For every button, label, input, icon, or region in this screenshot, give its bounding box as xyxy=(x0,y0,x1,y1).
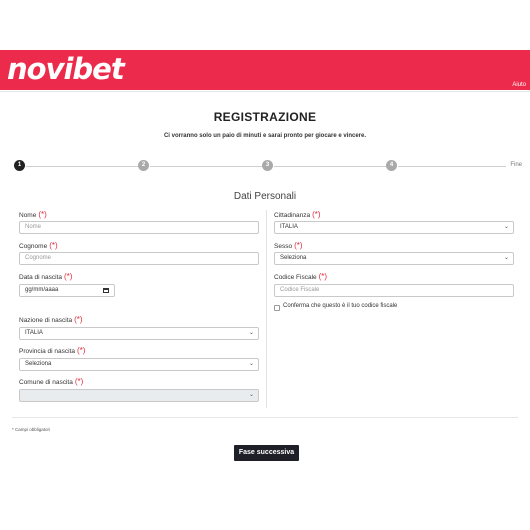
conferma-codice-fiscale-checkbox[interactable] xyxy=(274,305,280,311)
codice-fiscale-input[interactable]: Codice Fiscale xyxy=(274,284,514,297)
cognome-label: Cognome (*) xyxy=(19,241,58,250)
required-marker: (*) xyxy=(294,241,303,250)
nome-input[interactable]: Nome xyxy=(19,221,259,234)
provincia-nascita-label: Provincia di nascita (*) xyxy=(19,346,85,355)
chevron-down-icon: ⌄ xyxy=(503,224,509,230)
comune-nascita-label-text: Comune di nascita xyxy=(19,379,73,386)
nome-label-text: Nome xyxy=(19,212,37,219)
cittadinanza-select[interactable]: ITALIA ⌄ xyxy=(274,221,514,234)
step-connector xyxy=(150,166,262,167)
chevron-down-icon: ⌄ xyxy=(248,392,254,398)
required-fields-note: * Campi obbligatori xyxy=(12,427,51,432)
step-4: 4 xyxy=(386,160,397,171)
next-step-button[interactable]: Fase successiva xyxy=(234,445,299,461)
required-marker: (*) xyxy=(318,272,328,281)
calendar-icon[interactable] xyxy=(103,288,109,293)
help-link[interactable]: Aiuto xyxy=(512,82,526,88)
nazione-nascita-label-text: Nazione di nascita xyxy=(19,317,73,324)
select-value: Seleziona xyxy=(25,361,52,367)
nazione-nascita-select[interactable]: ITALIA ⌄ xyxy=(19,327,259,340)
chevron-down-icon: ⌄ xyxy=(248,361,254,367)
page-subtitle: Ci vorranno solo un paio di minuti e sar… xyxy=(163,133,367,139)
step-2: 2 xyxy=(138,160,149,171)
sesso-label-text: Sesso xyxy=(274,243,293,250)
codice-fiscale-label: Codice Fiscale (*) xyxy=(274,272,327,281)
novibet-logo[interactable]: novibet xyxy=(7,52,125,86)
comune-nascita-label: Comune di nascita (*) xyxy=(19,377,83,386)
registration-stepper: 1 2 3 4 Fine xyxy=(14,160,522,172)
conferma-codice-fiscale-label[interactable]: Conferma che questo è il tuo codice fisc… xyxy=(283,303,397,309)
step-end-label: Fine xyxy=(510,162,522,168)
nazione-nascita-label: Nazione di nascita (*) xyxy=(19,315,83,324)
select-value: ITALIA xyxy=(25,330,43,336)
required-marker: (*) xyxy=(64,272,73,281)
required-marker: (*) xyxy=(74,377,84,386)
required-marker: (*) xyxy=(77,346,86,355)
cognome-label-text: Cognome xyxy=(19,243,48,250)
sesso-select[interactable]: Seleziona ⌄ xyxy=(274,252,514,265)
required-marker: (*) xyxy=(312,210,321,219)
data-nascita-input[interactable]: gg/mm/aaaa xyxy=(19,284,115,297)
top-header: novibet Aiuto xyxy=(0,50,530,90)
cittadinanza-label: Cittadinanza (*) xyxy=(274,210,321,219)
cittadinanza-label-text: Cittadinanza xyxy=(274,212,311,219)
required-marker: (*) xyxy=(49,241,58,250)
page-title: REGISTRAZIONE xyxy=(213,110,317,124)
select-value: ITALIA xyxy=(280,224,298,230)
codice-fiscale-label-text: Codice Fiscale xyxy=(274,274,317,281)
provincia-nascita-select[interactable]: Seleziona ⌄ xyxy=(19,358,259,371)
step-3: 3 xyxy=(262,160,273,171)
required-marker: (*) xyxy=(38,210,47,219)
step-connector xyxy=(398,166,506,167)
form-divider xyxy=(12,417,518,418)
sesso-label: Sesso (*) xyxy=(274,241,303,250)
step-1: 1 xyxy=(14,160,25,171)
section-title: Dati Personali xyxy=(233,191,297,202)
chevron-down-icon: ⌄ xyxy=(503,255,509,261)
header-divider xyxy=(0,91,530,92)
nome-label: Nome (*) xyxy=(19,210,47,219)
comune-nascita-select[interactable]: ⌄ xyxy=(19,389,259,402)
select-value: Seleziona xyxy=(280,255,307,261)
provincia-nascita-label-text: Provincia di nascita xyxy=(19,348,75,355)
data-nascita-label: Data di nascita (*) xyxy=(19,272,72,281)
step-connector xyxy=(26,166,138,167)
step-connector xyxy=(274,166,386,167)
chevron-down-icon: ⌄ xyxy=(248,330,254,336)
date-placeholder: gg/mm/aaaa xyxy=(25,287,59,293)
data-nascita-label-text: Data di nascita xyxy=(19,274,62,281)
required-marker: (*) xyxy=(74,315,83,324)
cognome-input[interactable]: Cognome xyxy=(19,252,259,265)
column-divider xyxy=(266,210,267,408)
